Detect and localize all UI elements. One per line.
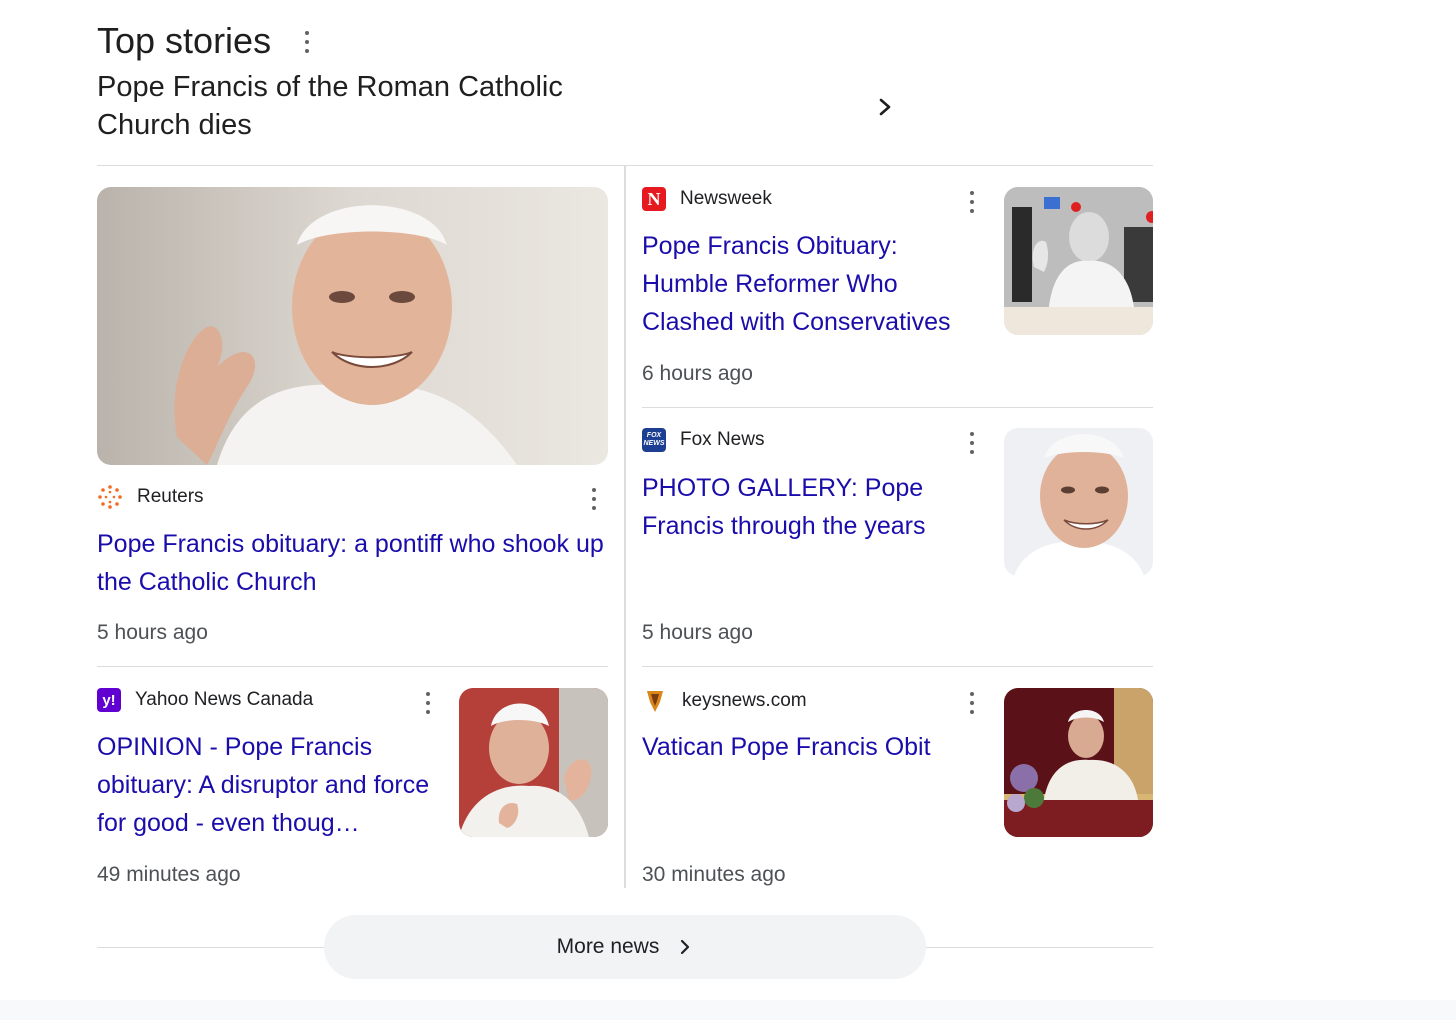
yahoo-headline[interactable]: OPINION - Pope Francis obituary: A disru… [97,728,442,842]
reuters-headline[interactable]: Pope Francis obituary: a pontiff who sho… [97,525,608,601]
more-news-label: More news [556,935,660,958]
section-menu-icon[interactable] [299,31,315,53]
fox-headline[interactable]: PHOTO GALLERY: Pope Francis through the … [642,469,982,545]
reuters-menu-icon[interactable] [586,488,602,510]
newsweek-logo-icon: N [642,187,666,211]
section-title: Top stories [97,20,272,61]
source-name: Yahoo News Canada [135,689,314,710]
keysnews-logo-icon [647,691,663,712]
newsweek-photo[interactable] [1004,187,1153,335]
newsweek-headline[interactable]: Pope Francis Obituary: Humble Reformer W… [642,227,982,341]
keys-photo[interactable] [1004,688,1153,837]
yahoo-source[interactable]: y! Yahoo News Canada [97,688,313,712]
keys-menu-icon[interactable] [964,692,980,714]
divider [642,666,1153,667]
chevron-right-icon [681,939,690,955]
fox-menu-icon[interactable] [964,432,980,454]
newsweek-menu-icon[interactable] [964,191,980,213]
keys-time: 30 minutes ago [642,863,786,886]
bottom-band [0,1000,1456,1020]
newsweek-source[interactable]: N Newsweek [642,187,772,211]
reuters-photo[interactable] [97,187,608,465]
chevron-right-icon[interactable] [875,97,895,117]
keys-headline[interactable]: Vatican Pope Francis Obit [642,728,982,766]
reuters-source[interactable]: Reuters [97,484,204,510]
yahoo-time: 49 minutes ago [97,863,241,886]
fox-time: 5 hours ago [642,621,753,644]
divider [97,666,608,667]
keys-source[interactable]: keysnews.com [642,688,807,714]
reuters-logo-icon [98,485,122,509]
yahoo-logo-icon: y! [97,688,121,712]
more-news-button[interactable]: More news [324,915,926,979]
source-name: keysnews.com [682,690,807,711]
divider [642,407,1153,408]
fox-photo[interactable] [1004,428,1153,576]
yahoo-photo[interactable] [459,688,608,837]
source-name: Reuters [137,486,204,507]
newsweek-time: 6 hours ago [642,362,753,385]
fox-logo-icon: FOX NEWS [642,428,666,452]
fox-source[interactable]: FOX NEWS Fox News [642,428,764,452]
source-name: Newsweek [680,188,772,209]
source-name: Fox News [680,429,765,450]
column-divider [624,166,626,888]
reuters-time: 5 hours ago [97,621,208,644]
story-headline[interactable]: Pope Francis of the Roman Catholic Churc… [97,68,617,144]
yahoo-menu-icon[interactable] [420,692,436,714]
